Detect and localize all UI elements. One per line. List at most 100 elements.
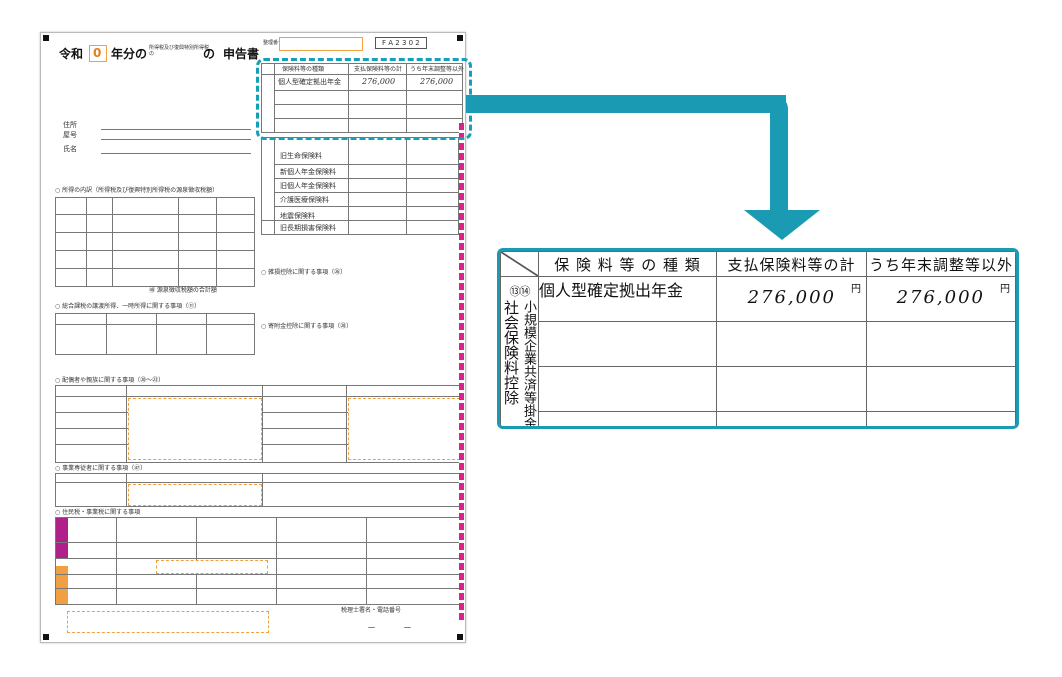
connector-vertical — [770, 95, 788, 213]
header-payment-total: 支払保険料等の計 — [716, 251, 867, 277]
shinkokusho-title: 申告書 — [223, 47, 260, 61]
insurance-row-label: 旧生命保険料 — [280, 152, 322, 160]
thumb-rule — [56, 324, 254, 325]
insurance-row-label: 介護医療保険料 — [280, 196, 329, 204]
gensen-total-label: ㊽ 源泉徴収税額の合計額 — [149, 287, 217, 294]
title-small: 所得税及び復興特別所得税の — [149, 45, 210, 57]
amount-other-cell: 円 276,000 — [866, 276, 1016, 322]
connector-horizontal — [466, 95, 786, 113]
amount-other: 276,000 — [896, 287, 985, 308]
thumb-rule — [262, 474, 263, 506]
thumb-rule — [274, 164, 458, 165]
insurance-row-label: 新個人年金保険料 — [280, 168, 336, 176]
thumb-rule — [116, 518, 117, 604]
section-income: ○ 所得の内訳（所得税及び復興特別所得税の源泉徴収税額） — [55, 187, 219, 194]
diagonal-corner-cell — [500, 251, 539, 277]
employee-id-fields — [128, 484, 262, 506]
thumb-rule — [156, 314, 157, 354]
resident-tax-tag — [56, 518, 68, 558]
business-tax-tag — [56, 566, 68, 604]
relative-status-fields — [348, 398, 460, 460]
thumb-rule — [56, 268, 254, 269]
yen-unit: 円 — [851, 284, 861, 295]
thumb-rule — [274, 178, 458, 179]
thumb-rule — [346, 386, 347, 462]
thumb-rule — [126, 386, 127, 462]
yago-line — [101, 139, 251, 140]
thumb-rule — [56, 396, 460, 397]
title-part-a: 年分の — [111, 47, 148, 61]
family-employee-table — [55, 473, 461, 507]
yago-label: 屋号 — [63, 131, 77, 139]
yen-unit: 円 — [1000, 284, 1010, 295]
capital-gains-table — [55, 313, 255, 355]
relative-id-fields — [128, 398, 262, 460]
row-label-ideco: 個人型確定拠出年金 — [538, 276, 717, 322]
empty-cell — [866, 411, 1016, 426]
name-label: 氏名 — [63, 145, 77, 153]
insurance-row-label: 旧個人年金保険料 — [280, 182, 336, 190]
amount-total-cell: 円 276,000 — [716, 276, 867, 322]
tax-accountant-phone: － － — [367, 624, 413, 634]
category-sub-label: 小規模企業共済等掛金控除 — [521, 300, 536, 429]
office-use-fields — [67, 611, 269, 633]
category-cell: ⑬⑭ 小規模企業共済等掛金控除 社会保険料控除 — [500, 276, 539, 429]
empty-cell — [716, 366, 867, 412]
address-line — [101, 129, 251, 130]
thumb-rule — [178, 198, 179, 286]
registration-mark — [43, 634, 49, 640]
thumb-rule — [86, 198, 87, 286]
registration-mark — [457, 35, 463, 41]
amount-total: 276,000 — [747, 287, 836, 308]
resident-tax-table — [55, 517, 461, 605]
registration-mark — [43, 35, 49, 41]
thumb-rule — [56, 232, 254, 233]
empty-cell — [716, 411, 867, 426]
seiri-number-field — [279, 37, 363, 51]
thumb-rule — [206, 314, 207, 354]
thumb-rule — [126, 474, 127, 506]
thumb-rule — [366, 518, 367, 604]
empty-cell — [866, 321, 1016, 367]
form-code: F A 2 3 0 2 — [375, 37, 427, 49]
thumb-rule — [274, 192, 458, 193]
tax-accountant-label: 税理士署名・電話番号 — [341, 607, 402, 614]
reiwa-label: 令和 — [59, 47, 84, 61]
empty-cell — [866, 366, 1016, 412]
name-line — [101, 153, 251, 154]
empty-cell — [538, 411, 717, 426]
thumb-rule — [56, 214, 254, 215]
address-label: 住所 — [63, 121, 77, 129]
section-donation: ○ 寄附金控除に関する事項（㉘） — [261, 323, 353, 330]
thumb-rule — [274, 206, 458, 207]
relatives-table — [55, 385, 461, 463]
year-value: 0 — [93, 46, 102, 60]
thumb-rule — [262, 220, 458, 221]
thumb-rule — [262, 386, 263, 462]
thumb-rule — [56, 250, 254, 251]
category-numbers: ⑬⑭ — [509, 285, 531, 298]
income-table — [55, 197, 255, 287]
header-insurance-type: 保 険 料 等 の 種 類 — [538, 251, 717, 277]
highlight-dashed-frame — [256, 58, 472, 140]
thumb-rule — [216, 198, 217, 286]
section-relatives: ○ 配偶者や親族に関する事項（⑳～㉓） — [55, 377, 165, 384]
zoomed-insurance-table: 保 険 料 等 の 種 類 支払保険料等の計 うち年末調整等以外 ⑬⑭ 小規模企… — [497, 248, 1019, 429]
magenta-instruction-strip — [459, 123, 464, 623]
header-non-yearend: うち年末調整等以外 — [866, 251, 1016, 277]
section-family-employee: ○ 事業専従者に関する事項（㊼） — [55, 465, 147, 472]
thumb-rule — [106, 314, 107, 354]
empty-cell — [716, 321, 867, 367]
insurance-row-label: 地震保険料 — [280, 212, 315, 220]
title-part-b: の — [203, 47, 216, 61]
section-disaster: ○ 雑損控除に関する事項（㉖） — [261, 269, 347, 276]
thumb-life-insurance-table: 旧生命保険料 新個人年金保険料 旧個人年金保険料 介護医療保険料 地震保険料 旧… — [261, 137, 459, 235]
section-resident-tax: ○ 住民税・事業税に関する事項 — [55, 509, 141, 516]
insurance-row-label: 旧長期損害保険料 — [280, 224, 336, 232]
diagonal-line — [501, 252, 538, 276]
thumb-rule — [112, 198, 113, 286]
empty-cell — [538, 321, 717, 367]
section-capital-gains: ○ 総合課税の譲渡所得、一時所得に関する事項（⑪） — [55, 303, 201, 310]
resident-id-fields — [156, 560, 268, 574]
thumb-rule — [56, 482, 460, 483]
